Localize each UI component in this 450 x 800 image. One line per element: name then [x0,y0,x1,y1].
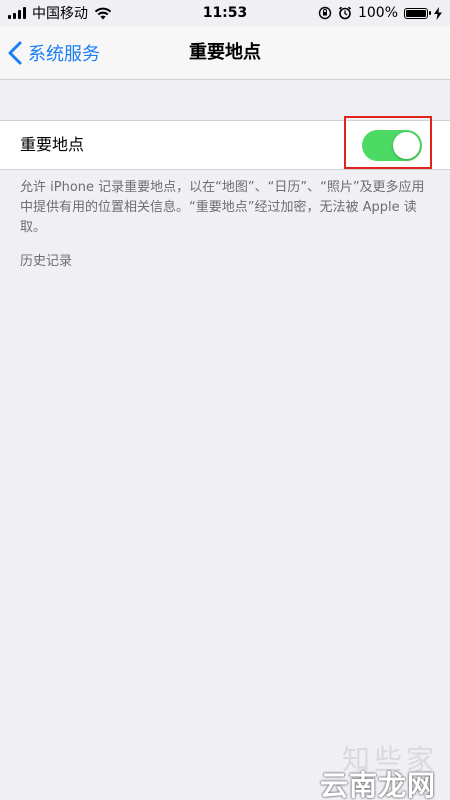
signal-icon [8,7,26,19]
charging-icon [434,6,442,20]
watermark-bottom: 云南龙网 [319,769,436,800]
battery-percent: 100% [357,5,398,21]
battery-icon [404,7,431,19]
wifi-icon [94,7,112,19]
carrier-label: 中国移动 [32,6,88,22]
navigation-bar: 系统服务 重要地点 [0,26,450,80]
rotation-lock-icon [318,6,332,20]
cell-label: 重要地点 [20,135,85,154]
page-title: 重要地点 [189,42,261,63]
significant-locations-cell: 重要地点 [0,116,450,170]
screen: 中国移动 11:53 100% 系统服务 重要地点 重要地点 允许 iPhone… [0,0,450,800]
status-left: 中国移动 [0,3,112,23]
battery-level [406,9,426,17]
status-bar: 中国移动 11:53 100% [0,0,450,26]
status-right: 100% [318,5,450,21]
history-section-header: 历史记录 [20,254,73,269]
highlight-box [344,116,432,169]
alarm-icon [338,6,352,20]
description-text: 允许 iPhone 记录重要地点，以在“地图”、“日历”、“照片”及更多应用中提… [20,180,425,235]
